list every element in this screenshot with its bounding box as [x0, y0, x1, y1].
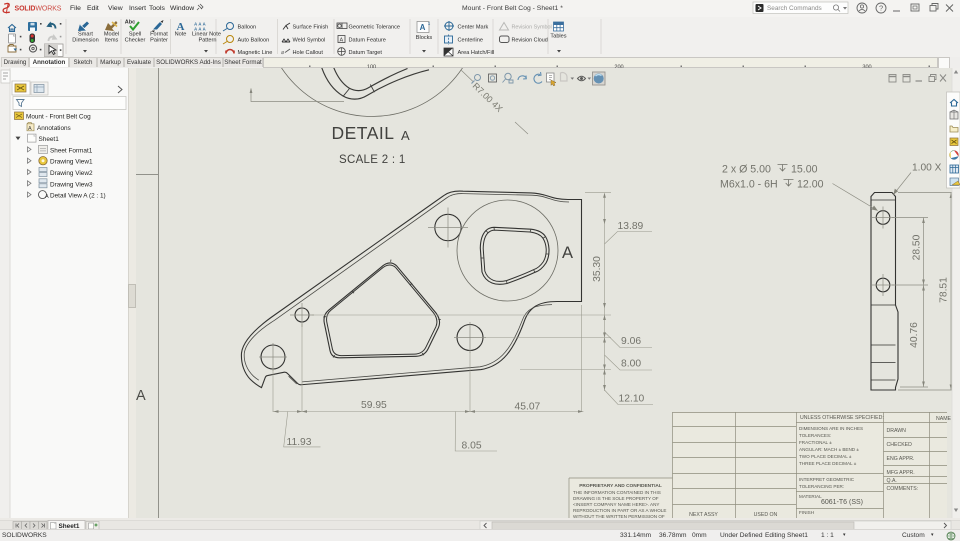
svg-text:Blocks: Blocks [416, 35, 433, 41]
svg-text:Pattern: Pattern [198, 38, 216, 44]
svg-text:Mount - Front Belt Cog - Sheet: Mount - Front Belt Cog - Sheet1 * [462, 5, 563, 12]
svg-text:Area Hatch/Fill: Area Hatch/Fill [458, 50, 495, 56]
svg-text:?: ? [879, 4, 883, 13]
svg-text:Datum Feature: Datum Feature [349, 38, 386, 44]
svg-text:Surface Finish: Surface Finish [293, 25, 329, 31]
svg-text:Window: Window [170, 5, 194, 12]
svg-text:Search Commands: Search Commands [767, 5, 822, 12]
svg-text:Weld Symbol: Weld Symbol [293, 38, 326, 44]
svg-text:Edit: Edit [87, 5, 99, 12]
svg-text:Tables: Tables [550, 34, 566, 40]
svg-text:⌀: ⌀ [281, 50, 285, 56]
svg-text:A: A [177, 21, 185, 33]
svg-text:Centerline: Centerline [458, 38, 484, 44]
svg-text:A: A [420, 23, 426, 32]
svg-text:Checker: Checker [125, 38, 146, 44]
svg-text:Auto Balloon: Auto Balloon [238, 38, 270, 44]
svg-text:Magnetic Line: Magnetic Line [238, 50, 273, 56]
svg-text:AAA: AAA [194, 27, 207, 32]
svg-text:A: A [340, 38, 344, 44]
svg-text:Items: Items [105, 38, 119, 44]
svg-text:Insert: Insert [129, 5, 146, 12]
svg-text:1: 1 [428, 21, 431, 26]
svg-text:Hole Callout: Hole Callout [293, 50, 324, 56]
svg-text:Tools: Tools [149, 5, 165, 12]
svg-text:Abc: Abc [125, 20, 135, 26]
svg-text:SOLIDWORKS: SOLIDWORKS [15, 6, 62, 13]
svg-text:File: File [70, 5, 81, 12]
svg-text:Painter: Painter [150, 38, 168, 44]
svg-text:Datum Target: Datum Target [349, 50, 383, 56]
svg-text:Balloon: Balloon [238, 25, 257, 31]
svg-text:Revision Cloud: Revision Cloud [512, 38, 548, 44]
svg-text:Geometric Tolerance: Geometric Tolerance [349, 25, 401, 31]
svg-text:Revision Symbol: Revision Symbol [512, 25, 552, 31]
svg-text:Dimension: Dimension [72, 38, 98, 44]
svg-text:Center Mark: Center Mark [458, 25, 489, 31]
svg-text:View: View [108, 5, 123, 12]
